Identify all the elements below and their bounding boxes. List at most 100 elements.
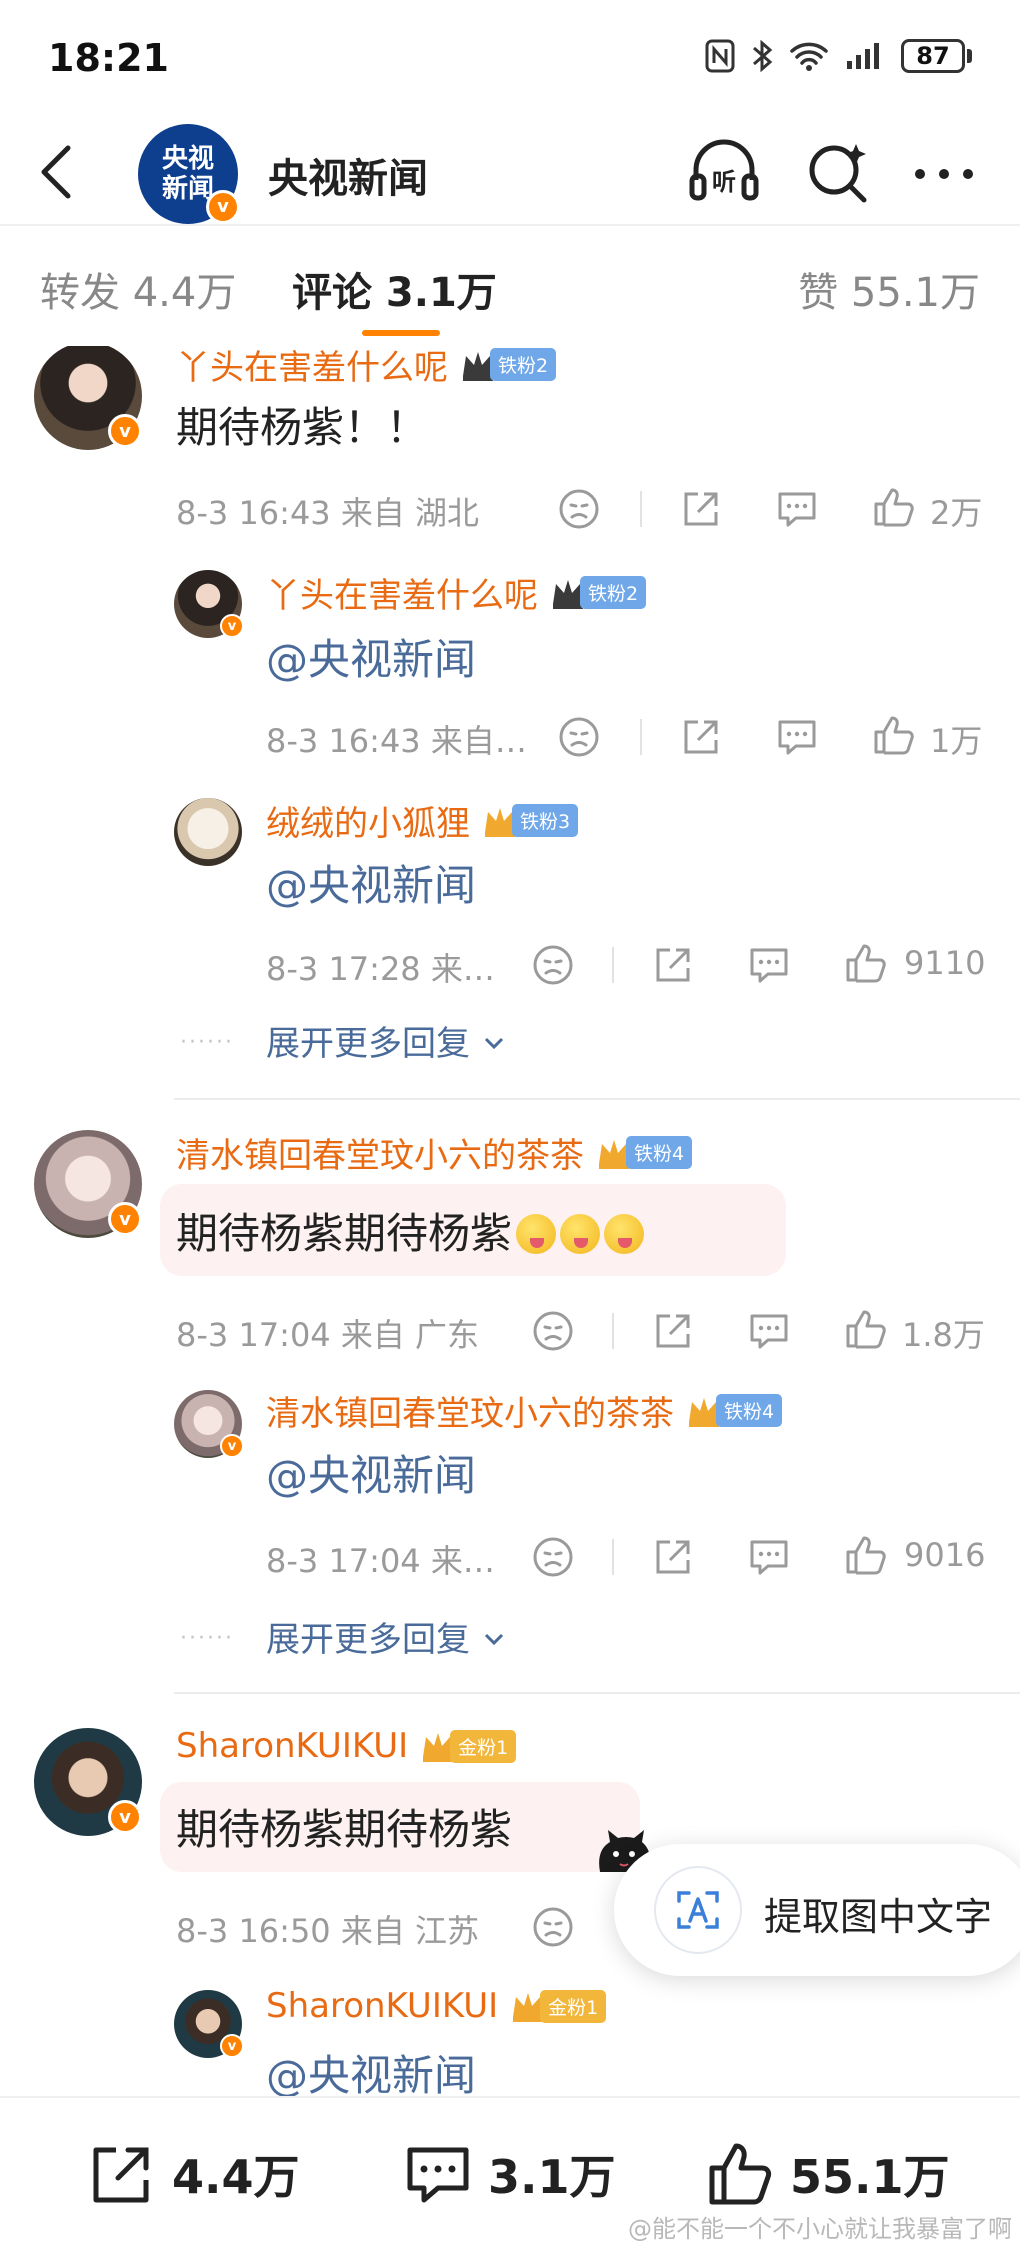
username-text: 丫头在害羞什么呢: [176, 348, 448, 388]
extract-text-label: 提取图中文字: [764, 1895, 993, 1939]
reply-username[interactable]: 丫头在害羞什么呢 铁粉2: [266, 568, 647, 617]
commenter-avatar[interactable]: v: [34, 1728, 142, 1836]
fan-badge: 铁粉4: [686, 1394, 783, 1428]
like-icon[interactable]: [870, 484, 916, 530]
nfc-icon: [705, 39, 735, 73]
back-icon[interactable]: [34, 140, 84, 204]
like-icon[interactable]: [842, 940, 888, 986]
reply-icon[interactable]: [774, 714, 820, 760]
comment-meta: 8-3 16:50 来自 江苏: [176, 1912, 480, 1950]
like-icon[interactable]: [842, 1532, 888, 1578]
status-time: 18:21: [48, 36, 169, 80]
reply-icon[interactable]: [746, 942, 792, 988]
like-icon[interactable]: [842, 1306, 888, 1352]
comment-list[interactable]: v 丫头在害羞什么呢 铁粉2 期待杨紫！！ 8-3 16:43 来自 湖北 2万…: [0, 346, 1020, 2098]
bottom-comment-button[interactable]: 3.1万: [402, 2138, 616, 2210]
fan-badge-label: 金粉1: [540, 1989, 607, 2023]
expand-replies-button[interactable]: 展开更多回复: [266, 1016, 507, 1065]
expand-replies-button[interactable]: 展开更多回复: [266, 1612, 507, 1661]
username-text: SharonKUIKUI: [176, 1726, 409, 1766]
action-separator: [612, 1313, 614, 1349]
expand-replies-label: 展开更多回复: [266, 1024, 470, 1064]
wifi-icon: [790, 42, 828, 71]
fan-badge: 铁粉2: [460, 348, 557, 382]
repost-icon: [93, 2147, 149, 2203]
listen-icon[interactable]: 听: [686, 134, 762, 210]
like-count: 9016: [904, 1536, 986, 1574]
text-scan-icon: [654, 1866, 742, 1954]
reply-username[interactable]: 清水镇回春堂玟小六的茶茶 铁粉4: [266, 1386, 783, 1435]
account-avatar[interactable]: 央视 新闻 v: [138, 124, 240, 224]
chevron-down-icon: [484, 1037, 503, 1050]
bottom-repost-button[interactable]: 4.4万: [86, 2138, 300, 2210]
reply-text[interactable]: @央视新闻: [266, 626, 476, 687]
repost-icon[interactable]: [650, 942, 696, 988]
more-options-icon[interactable]: [906, 136, 982, 212]
search-icon[interactable]: [800, 134, 876, 210]
like-count: 9110: [904, 944, 986, 982]
replier-avatar[interactable]: [174, 798, 242, 866]
tab-comments[interactable]: 评论 3.1万: [292, 260, 497, 318]
commenter-avatar[interactable]: v: [34, 1130, 142, 1238]
replier-avatar[interactable]: v: [174, 1990, 244, 2058]
fan-badge-label: 铁粉2: [580, 576, 647, 609]
chevron-down-icon: [484, 1633, 503, 1646]
reply-icon[interactable]: [774, 486, 820, 532]
dislike-icon[interactable]: [530, 1534, 576, 1580]
fan-badge: 金粉1: [420, 1729, 517, 1763]
tab-reposts[interactable]: 转发 4.4万: [40, 260, 236, 318]
dislike-icon[interactable]: [530, 1904, 576, 1950]
reply-meta: 8-3 16:43 来自…: [266, 722, 527, 760]
reply-meta: 8-3 17:04 来…: [266, 1542, 495, 1580]
fan-badge: 铁粉2: [550, 576, 647, 610]
repost-icon[interactable]: [678, 714, 724, 760]
comment-meta: 8-3 17:04 来自 广东: [176, 1316, 480, 1354]
reply-icon[interactable]: [746, 1308, 792, 1354]
reply-icon[interactable]: [746, 1534, 792, 1580]
like-count: 2万: [930, 494, 983, 532]
active-tab-indicator: [362, 330, 440, 336]
verified-icon: v: [108, 1202, 142, 1236]
like-icon: [709, 2143, 772, 2205]
interaction-tabs: 转发 4.4万 评论 3.1万 赞 55.1万: [0, 226, 1020, 348]
watermark: @能不能一个不小心就让我暴富了啊: [628, 2215, 1012, 2243]
repost-icon[interactable]: [678, 486, 724, 532]
comment-text-content: 期待杨紫期待杨紫: [176, 1209, 513, 1258]
comment-username[interactable]: SharonKUIKUI 金粉1: [176, 1726, 517, 1766]
replier-avatar[interactable]: v: [174, 570, 244, 638]
replier-avatar[interactable]: v: [174, 1390, 244, 1458]
reply-username[interactable]: SharonKUIKUI 金粉1: [266, 1986, 607, 2026]
reply-username[interactable]: 绒绒的小狐狸 铁粉3: [266, 796, 579, 845]
account-title[interactable]: 央视新闻: [268, 146, 428, 204]
verified-icon: v: [220, 614, 244, 638]
comment-divider: [174, 1098, 1020, 1100]
repost-icon[interactable]: [650, 1308, 696, 1354]
dislike-icon[interactable]: [530, 1308, 576, 1354]
reply-text[interactable]: @央视新闻: [266, 1442, 476, 1503]
verified-icon: v: [108, 414, 142, 448]
comment-text: 期待杨紫期待杨紫: [176, 1805, 513, 1854]
extract-text-button[interactable]: 提取图中文字: [614, 1844, 1020, 1976]
reply-meta: 8-3 17:28 来…: [266, 950, 495, 988]
reply-text[interactable]: @央视新闻: [266, 2042, 476, 2098]
commenter-avatar[interactable]: v: [34, 346, 142, 450]
reply-text[interactable]: @央视新闻: [266, 852, 476, 913]
comment-username[interactable]: 丫头在害羞什么呢 铁粉2: [176, 346, 557, 389]
avatar-logo-line2: 新闻: [161, 174, 214, 204]
action-separator: [612, 947, 614, 983]
comment-icon: [407, 2147, 469, 2203]
repost-icon[interactable]: [650, 1534, 696, 1580]
bottom-action-bar: 4.4万 3.1万 55.1万 @能不能一个不小心就让我暴富了啊: [0, 2096, 1020, 2250]
dislike-icon[interactable]: [530, 942, 576, 988]
comment-username[interactable]: 清水镇回春堂玟小六的茶茶 铁粉4: [176, 1128, 693, 1177]
more-replies-dots: ······: [180, 1030, 234, 1055]
username-text: 清水镇回春堂玟小六的茶茶: [176, 1136, 584, 1176]
dislike-icon[interactable]: [556, 486, 602, 532]
like-icon[interactable]: [870, 712, 916, 758]
comment-text: 期待杨紫期待杨紫: [176, 1200, 645, 1261]
bottom-like-button[interactable]: 55.1万: [704, 2138, 950, 2210]
dislike-icon[interactable]: [556, 714, 602, 760]
like-count: 1万: [930, 722, 983, 760]
tab-likes[interactable]: 赞 55.1万: [798, 260, 980, 318]
fan-badge: 金粉1: [510, 1989, 607, 2023]
